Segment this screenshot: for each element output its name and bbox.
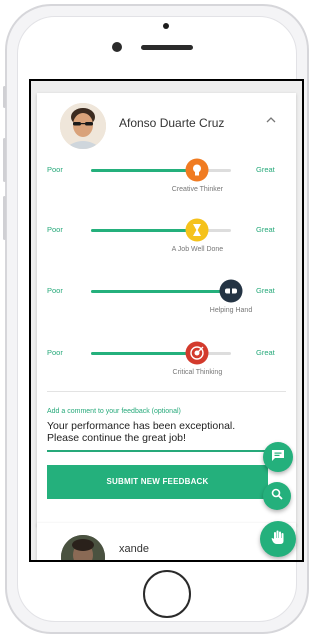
front-camera [112,42,122,52]
rating-low-label: Poor [47,286,63,295]
mute-switch [3,86,6,108]
slider-fill [91,290,231,293]
avatar [61,535,105,560]
chat-fab-button[interactable] [263,442,293,472]
earpiece-speaker [141,45,193,50]
rating-slider[interactable] [91,218,231,242]
comment-underline [47,450,268,452]
rating-high-label: Great [256,225,275,234]
volume-down-button [3,196,6,240]
slider-fill [91,229,198,232]
chat-icon [271,448,285,467]
search-icon [271,487,283,505]
target-icon[interactable] [185,341,209,365]
rating-critical-thinking: Poor Great Critical Thinking [37,341,296,383]
slider-fill [91,352,198,355]
submit-feedback-button[interactable]: SUBMIT NEW FEEDBACK [47,465,268,499]
rating-high-label: Great [256,286,275,295]
rating-label: Creative Thinker [171,186,224,193]
divider [47,391,286,392]
lightbulb-icon[interactable] [185,158,209,182]
rating-helping-hand: Poor Great Helping Hand [37,279,296,321]
handshake-icon[interactable] [219,279,243,303]
search-fab-button[interactable] [263,482,291,510]
next-profile-card[interactable]: xande [37,523,296,560]
rating-label: Helping Hand [209,307,253,314]
rating-creative-thinker: Poor Great Creative Thinker [37,158,296,200]
comment-label: Add a comment to your feedback (optional… [47,408,181,415]
sensor-dot [163,23,169,29]
profile-name: Afonso Duarte Cruz [119,116,225,130]
rating-high-label: Great [256,165,275,174]
chevron-up-icon[interactable] [265,113,277,127]
rating-slider[interactable] [91,158,231,182]
hand-fab-button[interactable] [260,521,296,557]
rating-slider[interactable] [91,341,231,365]
app-background: Afonso Duarte Cruz Poor Great Creative T… [31,81,302,560]
profile-name: xande [119,543,149,555]
rating-low-label: Poor [47,225,63,234]
rating-label: A Job Well Done [171,246,224,253]
comment-field[interactable]: Your performance has been exceptional. P… [47,420,262,444]
rating-low-label: Poor [47,348,63,357]
app-screen: Afonso Duarte Cruz Poor Great Creative T… [29,79,304,562]
avatar [60,103,106,149]
rating-slider[interactable] [91,279,243,303]
rating-label: Critical Thinking [172,369,223,376]
rating-high-label: Great [256,348,275,357]
rating-job-well-done: Poor Great A Job Well Done [37,218,296,260]
slider-fill [91,169,198,172]
feedback-card: Afonso Duarte Cruz Poor Great Creative T… [37,93,296,526]
volume-up-button [3,138,6,182]
home-button[interactable] [143,570,191,618]
hourglass-icon[interactable] [185,218,209,242]
hand-icon [270,529,286,550]
rating-low-label: Poor [47,165,63,174]
